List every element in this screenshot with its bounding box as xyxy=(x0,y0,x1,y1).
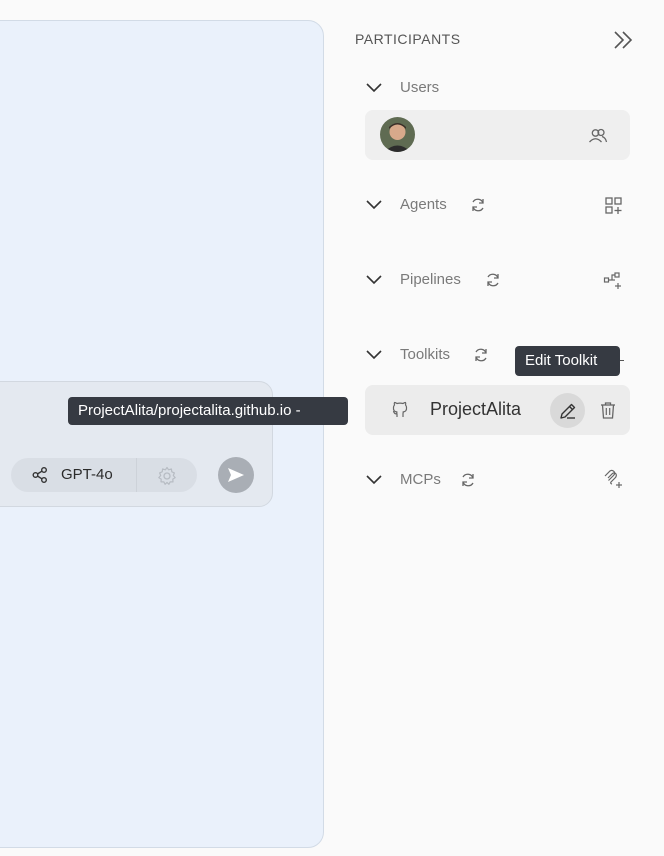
pill-divider xyxy=(136,458,137,492)
section-pipelines-label[interactable]: Pipelines xyxy=(400,271,461,288)
tooltip-pointer xyxy=(620,360,624,361)
refresh-icon[interactable] xyxy=(485,272,501,288)
toolkit-name[interactable]: ProjectAlita xyxy=(430,399,526,420)
refresh-icon[interactable] xyxy=(473,347,489,363)
chevron-down-icon[interactable] xyxy=(366,83,382,93)
participants-title: PARTICIPANTS xyxy=(355,31,461,47)
double-chevron-right-icon[interactable] xyxy=(612,30,634,50)
model-selector-button[interactable]: GPT-4o xyxy=(11,458,136,492)
refresh-icon[interactable] xyxy=(470,197,486,213)
section-users-label[interactable]: Users xyxy=(400,79,439,96)
pencil-icon xyxy=(560,403,576,419)
chevron-down-icon[interactable] xyxy=(366,275,382,285)
flow-plus-icon[interactable] xyxy=(603,271,623,291)
trash-icon[interactable] xyxy=(598,400,618,420)
section-agents-label[interactable]: Agents xyxy=(400,196,447,213)
gear-icon[interactable] xyxy=(156,465,178,487)
model-label: GPT-4o xyxy=(61,466,113,483)
edit-toolkit-tooltip: Edit Toolkit xyxy=(515,346,620,376)
section-toolkits-label[interactable]: Toolkits xyxy=(400,346,450,363)
chevron-down-icon[interactable] xyxy=(366,350,382,360)
avatar[interactable] xyxy=(380,117,415,152)
mcp-plus-icon[interactable] xyxy=(603,469,623,489)
avatar-photo xyxy=(380,117,415,152)
send-button[interactable] xyxy=(218,457,254,493)
grid-plus-icon[interactable] xyxy=(604,196,624,216)
edit-toolkit-button[interactable] xyxy=(550,393,585,428)
section-mcps-label[interactable]: MCPs xyxy=(400,471,441,488)
users-group-icon[interactable] xyxy=(588,126,608,146)
chevron-down-icon[interactable] xyxy=(366,475,382,485)
github-icon xyxy=(392,401,408,417)
chevron-down-icon[interactable] xyxy=(366,200,382,210)
share-icon xyxy=(32,467,47,483)
refresh-icon[interactable] xyxy=(460,472,476,488)
repo-path-tooltip: ProjectAlita/projectalita.github.io - xyxy=(68,397,348,425)
send-icon xyxy=(228,468,244,482)
